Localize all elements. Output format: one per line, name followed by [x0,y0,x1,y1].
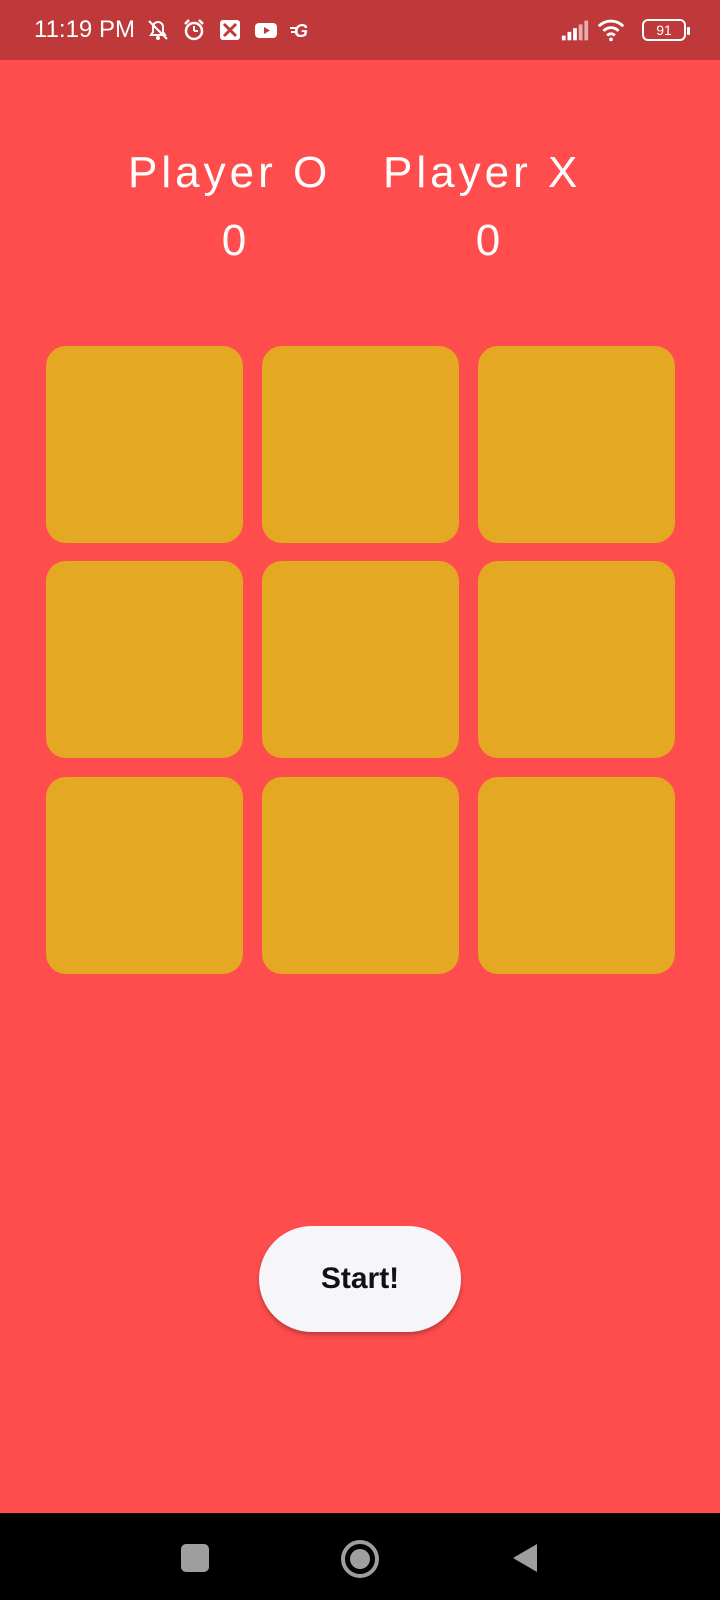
board-cell-5[interactable] [262,561,459,758]
recents-icon[interactable] [178,1541,212,1575]
youtube-icon [251,15,281,45]
board-cell-7[interactable] [46,777,243,974]
board-cell-2[interactable] [262,346,459,543]
board-cell-4[interactable] [46,561,243,758]
board-cell-1[interactable] [46,346,243,543]
player-x-score: 0 [475,216,501,265]
status-right: 91 [560,0,690,60]
player-x-label: Player X [383,148,582,197]
signal-icon [560,15,590,45]
board-cell-3[interactable] [478,346,675,543]
status-left: 11:19 PM G [34,0,323,60]
board-cell-6[interactable] [478,561,675,758]
svg-text:G: G [294,21,308,41]
board-cell-8[interactable] [262,777,459,974]
player-o-label: Player O [128,148,332,197]
navigation-bar [0,1513,720,1600]
app-icon [215,15,245,45]
board-cell-9[interactable] [478,777,675,974]
status-bar: 11:19 PM G 91 [0,0,720,60]
player-o-score: 0 [221,216,247,265]
g-app-icon: G [287,15,317,45]
home-icon[interactable] [340,1539,380,1579]
alarm-icon [179,15,209,45]
battery-icon: 91 [642,19,690,41]
wifi-icon [596,15,626,45]
back-icon[interactable] [508,1541,542,1575]
status-time: 11:19 PM [34,16,135,43]
muted-alarm-icon [143,15,173,45]
start-button[interactable]: Start! [259,1226,461,1332]
battery-level: 91 [656,22,672,38]
game-board [46,346,675,974]
